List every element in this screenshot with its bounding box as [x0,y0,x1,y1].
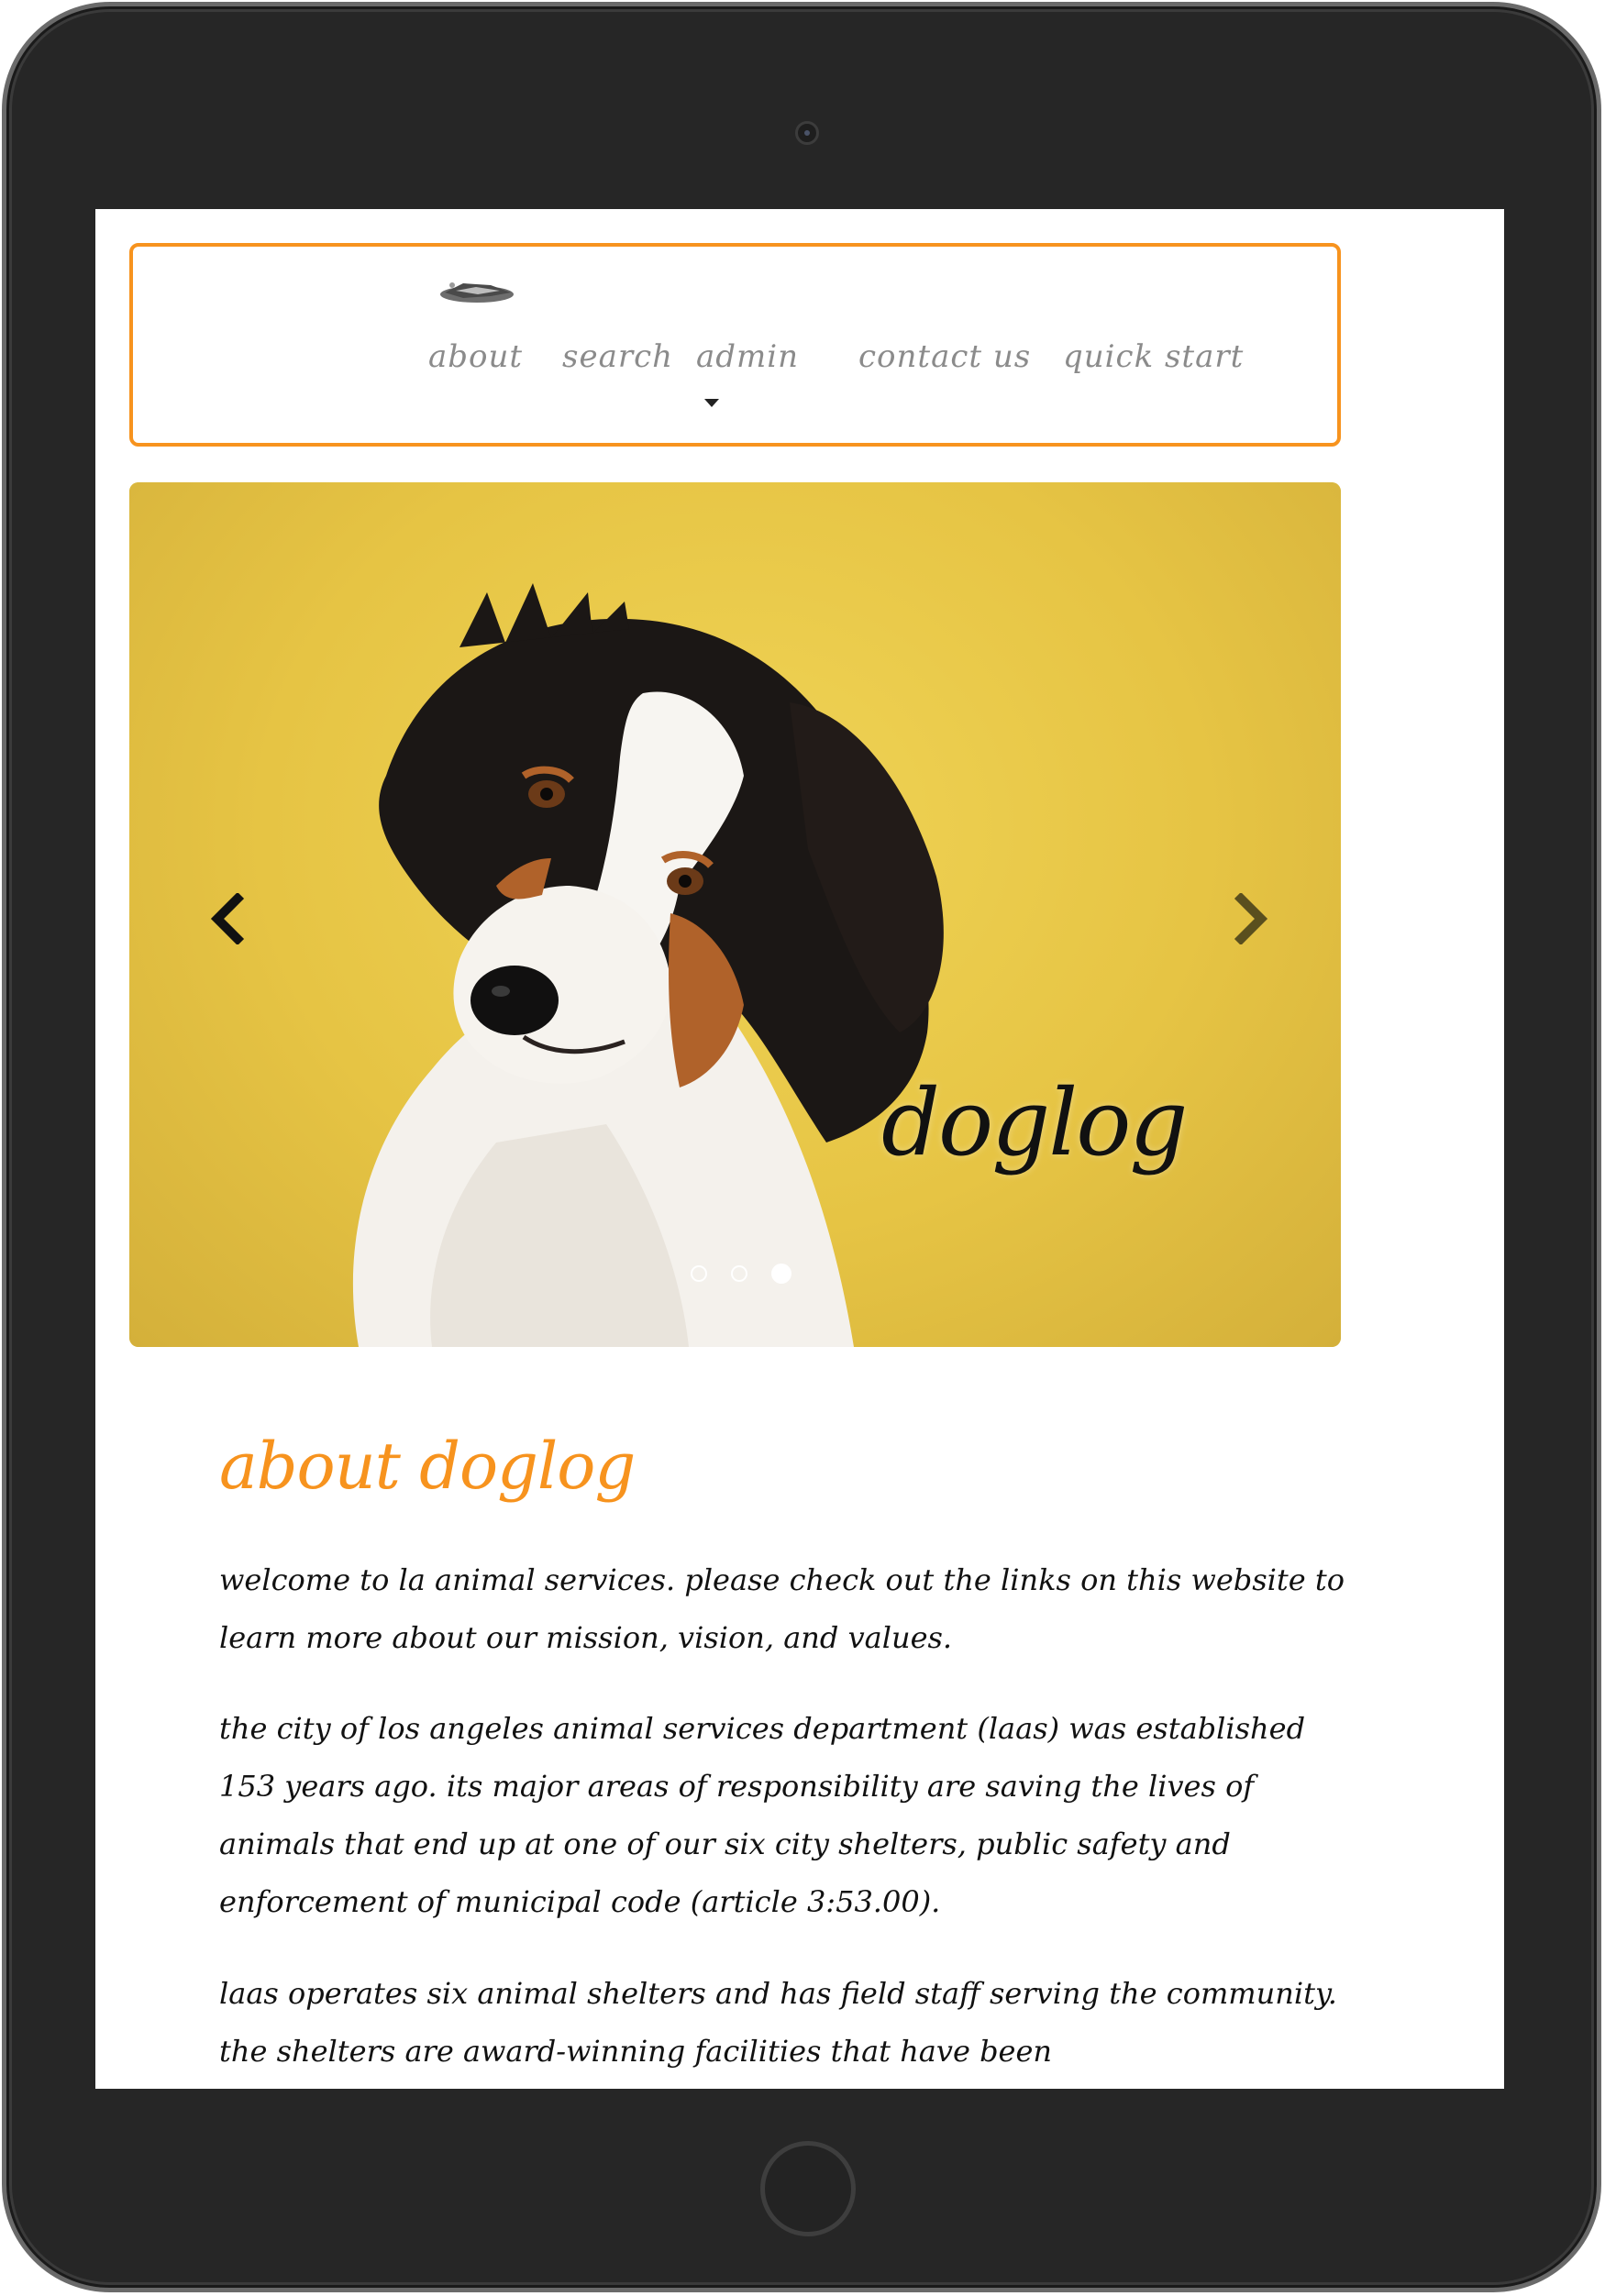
caret-down-icon[interactable] [704,399,719,407]
about-paragraph-3: laas operates six animal shelters and ha… [219,1976,1337,2069]
navbar: about search admin contact us quick star… [129,243,1341,447]
camera-icon [795,121,819,145]
carousel-caption: doglog [881,1069,1188,1176]
logo-icon[interactable] [436,274,518,307]
nav-about[interactable]: about [428,338,523,375]
chevron-right-icon[interactable] [1230,893,1272,944]
about-title: about doglog [219,1429,636,1504]
hero-carousel[interactable]: doglog [129,482,1341,1347]
about-paragraph-2: the city of los angeles animal services … [219,1711,1306,1919]
nav-admin[interactable]: admin [696,338,799,375]
browser-screen: about search admin contact us quick star… [95,209,1504,2089]
carousel-indicators [691,1264,811,1284]
about-paragraph-1: welcome to la animal services. please ch… [219,1562,1345,1655]
home-button[interactable] [760,2141,856,2236]
chevron-left-icon[interactable] [206,893,249,944]
carousel-indicator-2[interactable] [731,1265,748,1282]
carousel-indicator-3[interactable] [771,1264,792,1284]
nav-contact-us[interactable]: contact us [858,338,1031,375]
nav-quick-start[interactable]: quick start [1063,338,1244,375]
dog-photo [352,583,944,1347]
carousel-indicator-1[interactable] [691,1265,707,1282]
nav-search[interactable]: search [562,338,673,375]
